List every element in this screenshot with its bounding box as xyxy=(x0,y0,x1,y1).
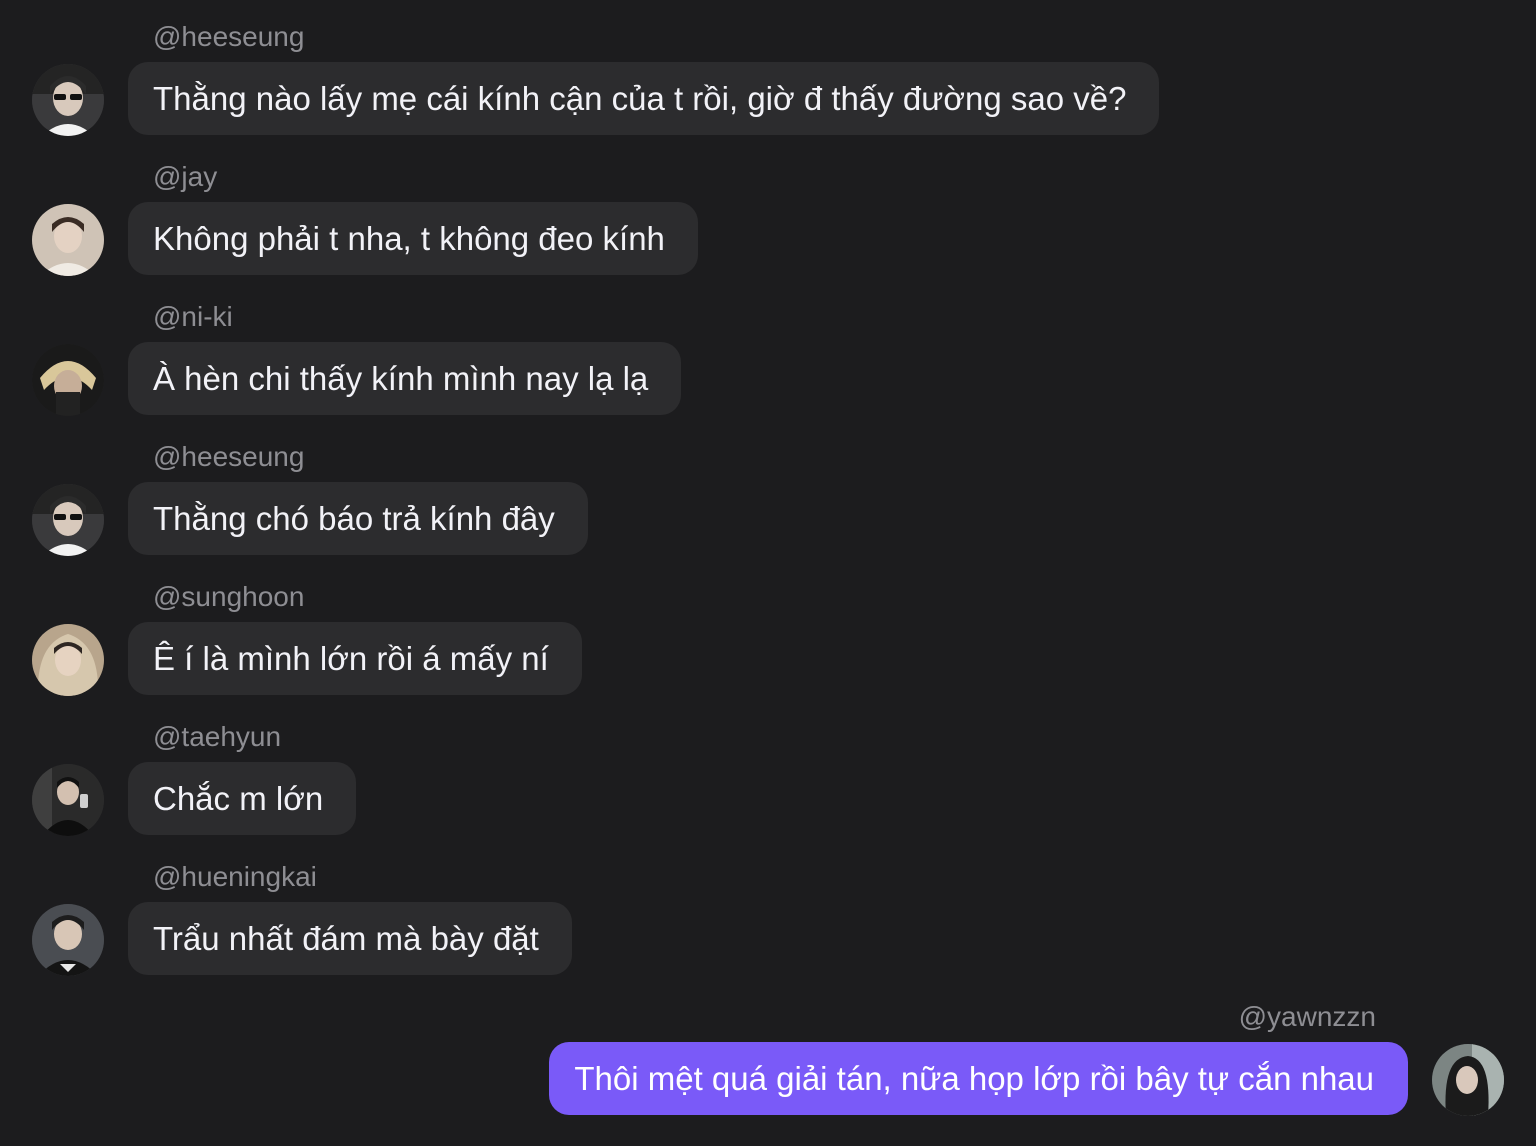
avatar[interactable] xyxy=(32,624,104,696)
message-row-outgoing: @yawnzzn Thôi mệt quá giải tán, nữa họp … xyxy=(0,980,1536,1120)
message-bubble[interactable]: Thằng nào lấy mẹ cái kính cận của t rồi,… xyxy=(128,62,1160,135)
message-bubble[interactable]: Trẩu nhất đám mà bày đặt xyxy=(128,902,572,975)
avatar[interactable] xyxy=(32,344,104,416)
message-row: @heeseung Thằng nào lấy mẹ cái kính cận … xyxy=(0,0,1536,140)
avatar[interactable] xyxy=(32,204,104,276)
message-bubble[interactable]: Ê í là mình lớn rồi á mấy ní xyxy=(128,622,582,695)
message-username[interactable]: @hueningkai xyxy=(153,860,317,894)
message-username[interactable]: @jay xyxy=(153,160,217,194)
message-row: @sunghoon Ê í là mình lớn rồi á mấy ní xyxy=(0,560,1536,700)
message-row: @hueningkai Trẩu nhất đám mà bày đặt xyxy=(0,840,1536,980)
message-row: @taehyun Chắc m lớn xyxy=(0,700,1536,840)
message-username[interactable]: @heeseung xyxy=(153,440,304,474)
message-row: @ni-ki À hèn chi thấy kính mình nay lạ l… xyxy=(0,280,1536,420)
message-username[interactable]: @taehyun xyxy=(153,720,281,754)
message-row: @heeseung Thằng chó báo trả kính đây xyxy=(0,420,1536,560)
avatar[interactable] xyxy=(32,764,104,836)
message-bubble[interactable]: Không phải t nha, t không đeo kính xyxy=(128,202,698,275)
message-username[interactable]: @sunghoon xyxy=(153,580,304,614)
message-bubble-outgoing[interactable]: Thôi mệt quá giải tán, nữa họp lớp rồi b… xyxy=(549,1042,1408,1115)
avatar[interactable] xyxy=(32,484,104,556)
avatar[interactable] xyxy=(32,64,104,136)
message-bubble[interactable]: Chắc m lớn xyxy=(128,762,357,835)
message-username[interactable]: @yawnzzn xyxy=(1239,1000,1376,1034)
message-username[interactable]: @ni-ki xyxy=(153,300,233,334)
avatar[interactable] xyxy=(1432,1044,1504,1116)
message-username[interactable]: @heeseung xyxy=(153,20,304,54)
message-bubble[interactable]: À hèn chi thấy kính mình nay lạ lạ xyxy=(128,342,682,415)
message-row: @jay Không phải t nha, t không đeo kính xyxy=(0,140,1536,280)
message-bubble[interactable]: Thằng chó báo trả kính đây xyxy=(128,482,588,555)
avatar[interactable] xyxy=(32,904,104,976)
